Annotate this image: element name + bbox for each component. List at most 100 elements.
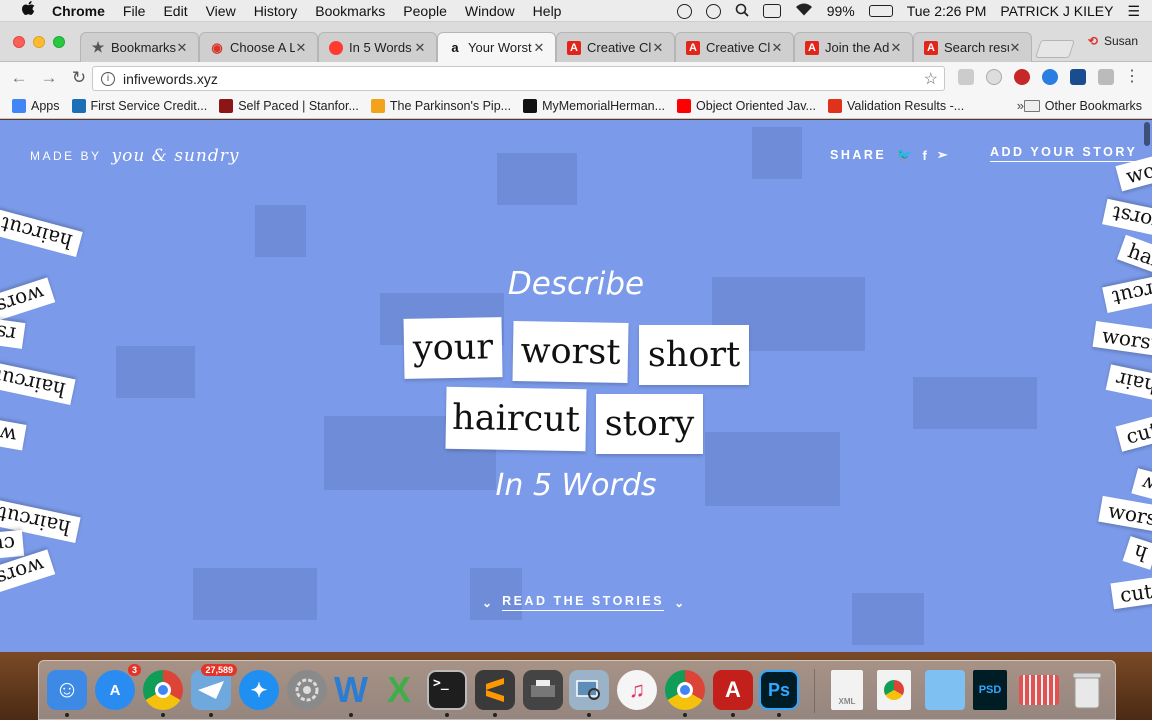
bookmark-item[interactable]: Validation Results -... bbox=[827, 99, 964, 113]
menu-app-chrome[interactable]: Chrome bbox=[52, 3, 105, 19]
menu-window[interactable]: Window bbox=[465, 3, 515, 19]
bookmark-item[interactable]: First Service Credit... bbox=[71, 99, 207, 113]
xml-file-icon[interactable]: XML bbox=[831, 670, 863, 710]
running-indicator bbox=[349, 713, 353, 717]
site-info-icon[interactable]: i bbox=[101, 71, 115, 86]
menu-people[interactable]: People bbox=[403, 3, 447, 19]
downloads-stack-icon[interactable] bbox=[1019, 675, 1059, 705]
grammar-extension-icon[interactable] bbox=[1070, 69, 1086, 85]
tab-5[interactable]: A Creative Cl ✕ bbox=[556, 32, 675, 62]
telegram-icon[interactable]: ➢ bbox=[937, 147, 948, 163]
sync-icon[interactable] bbox=[705, 3, 721, 19]
app-store-icon[interactable]: A 3 bbox=[95, 664, 141, 710]
tab-close-icon[interactable]: ✕ bbox=[533, 40, 545, 56]
tab-3[interactable]: In 5 Words ✕ bbox=[318, 32, 437, 62]
url-text[interactable]: infivewords.xyz bbox=[123, 71, 218, 87]
battery-percent[interactable]: 99% bbox=[827, 3, 855, 19]
menu-bookmarks[interactable]: Bookmarks bbox=[315, 3, 385, 19]
tab-4[interactable]: a Your Worst ✕ bbox=[437, 32, 556, 62]
photoshop-icon[interactable]: Ps bbox=[759, 670, 799, 710]
menu-help[interactable]: Help bbox=[533, 3, 562, 19]
tab-1[interactable]: ★ Bookmarks ✕ bbox=[80, 32, 199, 62]
search-extension-icon[interactable] bbox=[1042, 69, 1058, 85]
finder-icon[interactable]: ☺ bbox=[47, 670, 87, 710]
folder-stack-icon[interactable] bbox=[925, 670, 965, 710]
new-tab-button[interactable] bbox=[1035, 40, 1075, 58]
spotlight-search-icon[interactable] bbox=[735, 3, 749, 20]
tab-6[interactable]: A Creative Cl ✕ bbox=[675, 32, 794, 62]
tab-strip: ★ Bookmarks ✕ ◉ Choose A L ✕ In 5 Words ✕ a Your … bbox=[0, 22, 1152, 62]
zoom-extension-icon[interactable] bbox=[1098, 69, 1114, 85]
trash-icon[interactable] bbox=[1067, 670, 1107, 710]
bookmarks-bar: Apps First Service Credit... Self Paced | … bbox=[0, 94, 1152, 119]
chrome-icon-2[interactable] bbox=[665, 670, 705, 710]
bookmark-item[interactable]: MyMemorialHerman... bbox=[523, 99, 665, 113]
chrome-menu-icon[interactable]: ⋮ bbox=[1124, 68, 1140, 86]
airplay-display-icon[interactable] bbox=[762, 4, 781, 18]
menu-view[interactable]: View bbox=[206, 3, 236, 19]
twitter-icon[interactable]: 🐦 bbox=[896, 147, 912, 163]
tab-close-icon[interactable]: ✕ bbox=[295, 40, 307, 56]
other-bookmarks-folder[interactable]: Other Bookmarks bbox=[1023, 99, 1142, 113]
apple-icon[interactable] bbox=[18, 1, 38, 20]
excel-icon[interactable]: X bbox=[379, 669, 419, 710]
preview-icon[interactable] bbox=[569, 670, 609, 710]
blocker-extension-icon[interactable] bbox=[1014, 69, 1030, 85]
safari-icon[interactable]: ✦ bbox=[239, 670, 279, 710]
profile-button[interactable]: ⟲ Susan bbox=[1088, 34, 1138, 48]
facebook-icon[interactable]: f bbox=[922, 148, 926, 163]
clock[interactable]: Tue 2:26 PM bbox=[907, 3, 987, 19]
wifi-icon[interactable] bbox=[795, 3, 813, 19]
bookmark-item[interactable]: The Parkinson's Pip... bbox=[370, 99, 511, 113]
side-word-card: haircut bbox=[0, 208, 83, 258]
bookmark-star-icon[interactable]: ☆ bbox=[924, 69, 938, 89]
zoom-window-button[interactable] bbox=[53, 36, 65, 48]
printer-icon[interactable] bbox=[523, 670, 563, 710]
you-and-sundry-logo[interactable]: you & sundry bbox=[112, 146, 240, 166]
itunes-icon[interactable]: ♫ bbox=[617, 670, 657, 710]
word-icon[interactable]: W bbox=[331, 669, 371, 710]
page-scrollbar[interactable] bbox=[1144, 122, 1150, 146]
back-button[interactable]: ← bbox=[8, 67, 30, 89]
tab-close-icon[interactable]: ✕ bbox=[652, 40, 664, 56]
mail-icon[interactable]: 27,589 bbox=[191, 664, 237, 710]
tab-close-icon[interactable]: ✕ bbox=[890, 40, 902, 56]
tab-2[interactable]: ◉ Choose A L ✕ bbox=[199, 32, 318, 62]
bookmark-item[interactable]: Self Paced | Stanfor... bbox=[219, 99, 359, 113]
tab-close-icon[interactable]: ✕ bbox=[771, 40, 783, 56]
acrobat-icon[interactable]: A bbox=[713, 670, 753, 710]
minimize-window-button[interactable] bbox=[33, 36, 45, 48]
user-name[interactable]: PATRICK J KILEY bbox=[1000, 3, 1113, 19]
circle-extension-icon[interactable] bbox=[986, 69, 1002, 85]
tab-close-icon[interactable]: ✕ bbox=[414, 40, 426, 56]
psd-file-icon[interactable]: PSD bbox=[973, 670, 1007, 710]
close-window-button[interactable] bbox=[13, 36, 25, 48]
forward-button[interactable]: → bbox=[38, 67, 60, 89]
tab-close-icon[interactable]: ✕ bbox=[1009, 40, 1021, 56]
bookmark-item[interactable]: Apps bbox=[12, 99, 60, 113]
menu-file[interactable]: File bbox=[123, 3, 146, 19]
tab-close-icon[interactable]: ✕ bbox=[176, 40, 188, 56]
notification-center-icon[interactable]: ☰ bbox=[1127, 3, 1140, 20]
tab-8[interactable]: A Search resu ✕ bbox=[913, 32, 1032, 62]
menu-edit[interactable]: Edit bbox=[163, 3, 187, 19]
pdf-extension-icon[interactable] bbox=[958, 69, 974, 85]
battery-icon[interactable] bbox=[868, 5, 893, 17]
bookmark-item[interactable]: Object Oriented Jav... bbox=[677, 99, 816, 113]
chevron-down-icon: ⌄ bbox=[674, 595, 685, 610]
creative-cloud-icon[interactable] bbox=[676, 3, 692, 19]
read-the-stories-link[interactable]: ⌄ READ THE STORIES ⌄ bbox=[482, 594, 684, 611]
side-word-card: rst bbox=[0, 317, 26, 349]
system-preferences-icon[interactable] bbox=[287, 670, 327, 710]
address-bar[interactable]: i infivewords.xyz ☆ bbox=[92, 66, 945, 91]
reload-button[interactable]: ↻ bbox=[68, 67, 90, 89]
made-by-credit[interactable]: MADE BY you & sundry bbox=[30, 146, 239, 166]
chrome-file-icon[interactable] bbox=[877, 670, 911, 710]
sublime-text-icon[interactable] bbox=[475, 670, 515, 710]
add-your-story-link[interactable]: ADD YOUR STORY bbox=[990, 145, 1138, 162]
chrome-icon[interactable] bbox=[143, 670, 183, 710]
terminal-icon[interactable]: >_ bbox=[427, 670, 467, 710]
tab-7[interactable]: A Join the Ad ✕ bbox=[794, 32, 913, 62]
menu-history[interactable]: History bbox=[254, 3, 298, 19]
side-word-card: haircut bbox=[0, 361, 76, 405]
